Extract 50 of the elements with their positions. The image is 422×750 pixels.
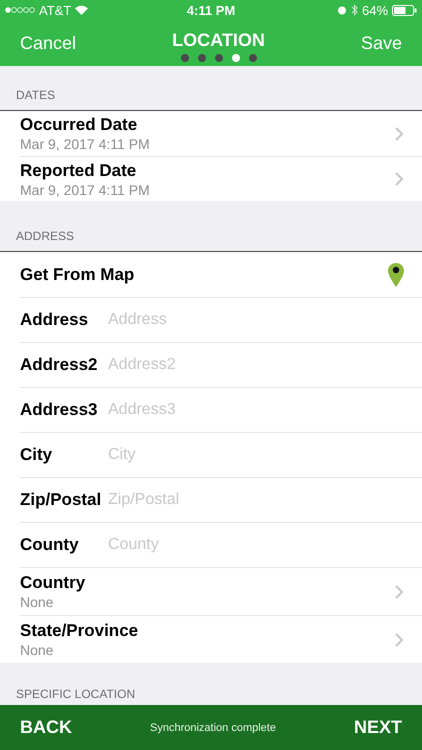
field-label: Zip/Postal (20, 490, 102, 510)
row-label: Country (20, 573, 86, 593)
picker-row[interactable]: State/Province None (20, 615, 422, 663)
back-button[interactable]: BACK (20, 717, 72, 738)
field-label: County (20, 535, 80, 555)
sync-status: Synchronization complete (150, 722, 276, 734)
input-field[interactable]: Address3 (108, 401, 404, 419)
page-dot[interactable] (180, 54, 188, 62)
chevron-icon (395, 584, 404, 598)
chevron-icon (395, 126, 404, 140)
picker-row[interactable]: Reported Date Mar 9, 2017 4:11 PM (20, 156, 422, 201)
screen-title: LOCATION (172, 30, 265, 51)
input-field[interactable]: Address (108, 311, 404, 329)
input-field[interactable]: City (108, 446, 404, 464)
field-label: Address2 (20, 355, 98, 375)
map-row[interactable]: Get From Map (20, 252, 422, 297)
row-label: State/Province (20, 621, 140, 641)
wifi-icon (75, 5, 88, 15)
field-label: City (20, 445, 54, 465)
row-label: Get From Map (20, 264, 136, 284)
next-button[interactable]: NEXT (354, 717, 402, 738)
row-value: None (20, 642, 54, 658)
signal-icon (5, 7, 35, 13)
row-value: Mar 9, 2017 4:11 PM (20, 136, 151, 152)
page-dot[interactable] (232, 54, 240, 62)
battery-icon (392, 4, 418, 16)
input-field[interactable]: County (108, 536, 404, 554)
picker-row[interactable]: Country None (20, 567, 422, 615)
battery-percent: 64% (362, 2, 388, 18)
chevron-icon (395, 632, 404, 646)
section-header: ADDRESS (16, 229, 74, 243)
row-label: Reported Date (20, 160, 138, 180)
input-field[interactable]: Address2 (108, 356, 404, 374)
row-value: Mar 9, 2017 4:11 PM (20, 182, 151, 198)
section-header: SPECIFIC LOCATION (16, 687, 136, 701)
page-dot[interactable] (248, 54, 256, 62)
page-dot[interactable] (198, 54, 206, 62)
row-label: Occurred Date (20, 115, 138, 135)
section-header: DATES (16, 88, 56, 102)
carrier-name: AT&T (39, 2, 72, 18)
input-field[interactable]: Zip/Postal (108, 491, 404, 509)
chevron-icon (395, 172, 404, 186)
field-label: Address (20, 310, 90, 330)
row-value: None (20, 594, 54, 610)
field-label: Address3 (20, 400, 98, 420)
page-dot[interactable] (214, 54, 222, 62)
picker-row[interactable]: Occurred Date Mar 9, 2017 4:11 PM (20, 111, 422, 156)
clock-time: 4:11 PM (186, 2, 236, 18)
map-pin-icon[interactable] (388, 262, 404, 286)
bluetooth-icon (350, 4, 358, 16)
